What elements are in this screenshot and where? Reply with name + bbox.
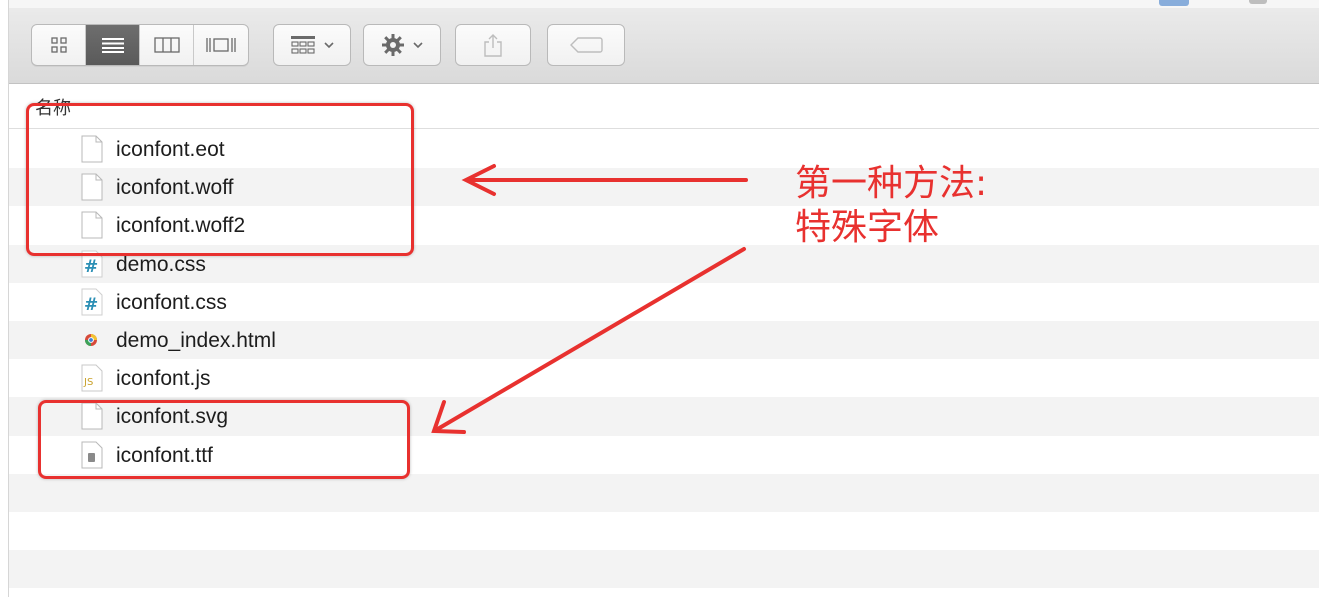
annotation-text: 第一种方法: 特殊字体 [795,162,987,250]
window-tab-indicator-2 [1249,0,1267,4]
title-strip [9,0,1319,8]
empty-row [9,473,1319,512]
list-item[interactable]: JS iconfont.js [9,359,1319,397]
tag-button[interactable] [547,24,625,66]
css-file-icon: # [81,288,103,316]
file-name: demo.css [116,252,206,276]
list-item[interactable]: # iconfont.css [9,283,1319,321]
list-view-button[interactable] [86,25,140,65]
grid-arrange-icon [291,36,315,54]
font-files-highlight-box [26,103,414,256]
svg-text:JS: JS [83,377,93,388]
icon-view-icon [50,37,67,53]
view-mode-switcher [31,24,249,66]
tag-icon [570,37,603,53]
column-view-button[interactable] [140,25,194,65]
toolbar [9,0,1319,84]
file-name: iconfont.css [116,290,227,314]
js-file-icon: JS [81,364,103,392]
icon-view-button[interactable] [32,25,86,65]
arrange-button[interactable] [273,24,351,66]
gear-icon [382,34,404,56]
svg-text:#: # [84,295,98,315]
annotation-line-1: 第一种方法: [795,163,988,204]
list-item[interactable]: demo_index.html [9,320,1319,360]
share-button[interactable] [455,24,531,66]
window-tab-indicator [1159,0,1189,6]
file-name: iconfont.js [116,367,211,391]
column-view-icon [153,37,180,53]
svg-text:#: # [84,257,98,277]
chevron-down-icon [413,42,423,49]
empty-row [9,512,1319,550]
chevron-down-icon [324,42,334,49]
coverflow-view-button[interactable] [194,25,248,65]
empty-row [9,550,1319,589]
coverflow-view-icon [206,38,236,52]
annotation-line-2: 特殊字体 [795,207,940,248]
chrome-html-icon [85,333,97,346]
share-icon [484,34,502,57]
svg-ttf-highlight-box [38,400,410,479]
list-view-icon [101,38,124,53]
file-name: demo_index.html [116,328,276,352]
finder-window: 名称 iconfont.eot iconfont.woff iconfont.w… [8,0,1319,597]
action-button[interactable] [363,24,441,66]
